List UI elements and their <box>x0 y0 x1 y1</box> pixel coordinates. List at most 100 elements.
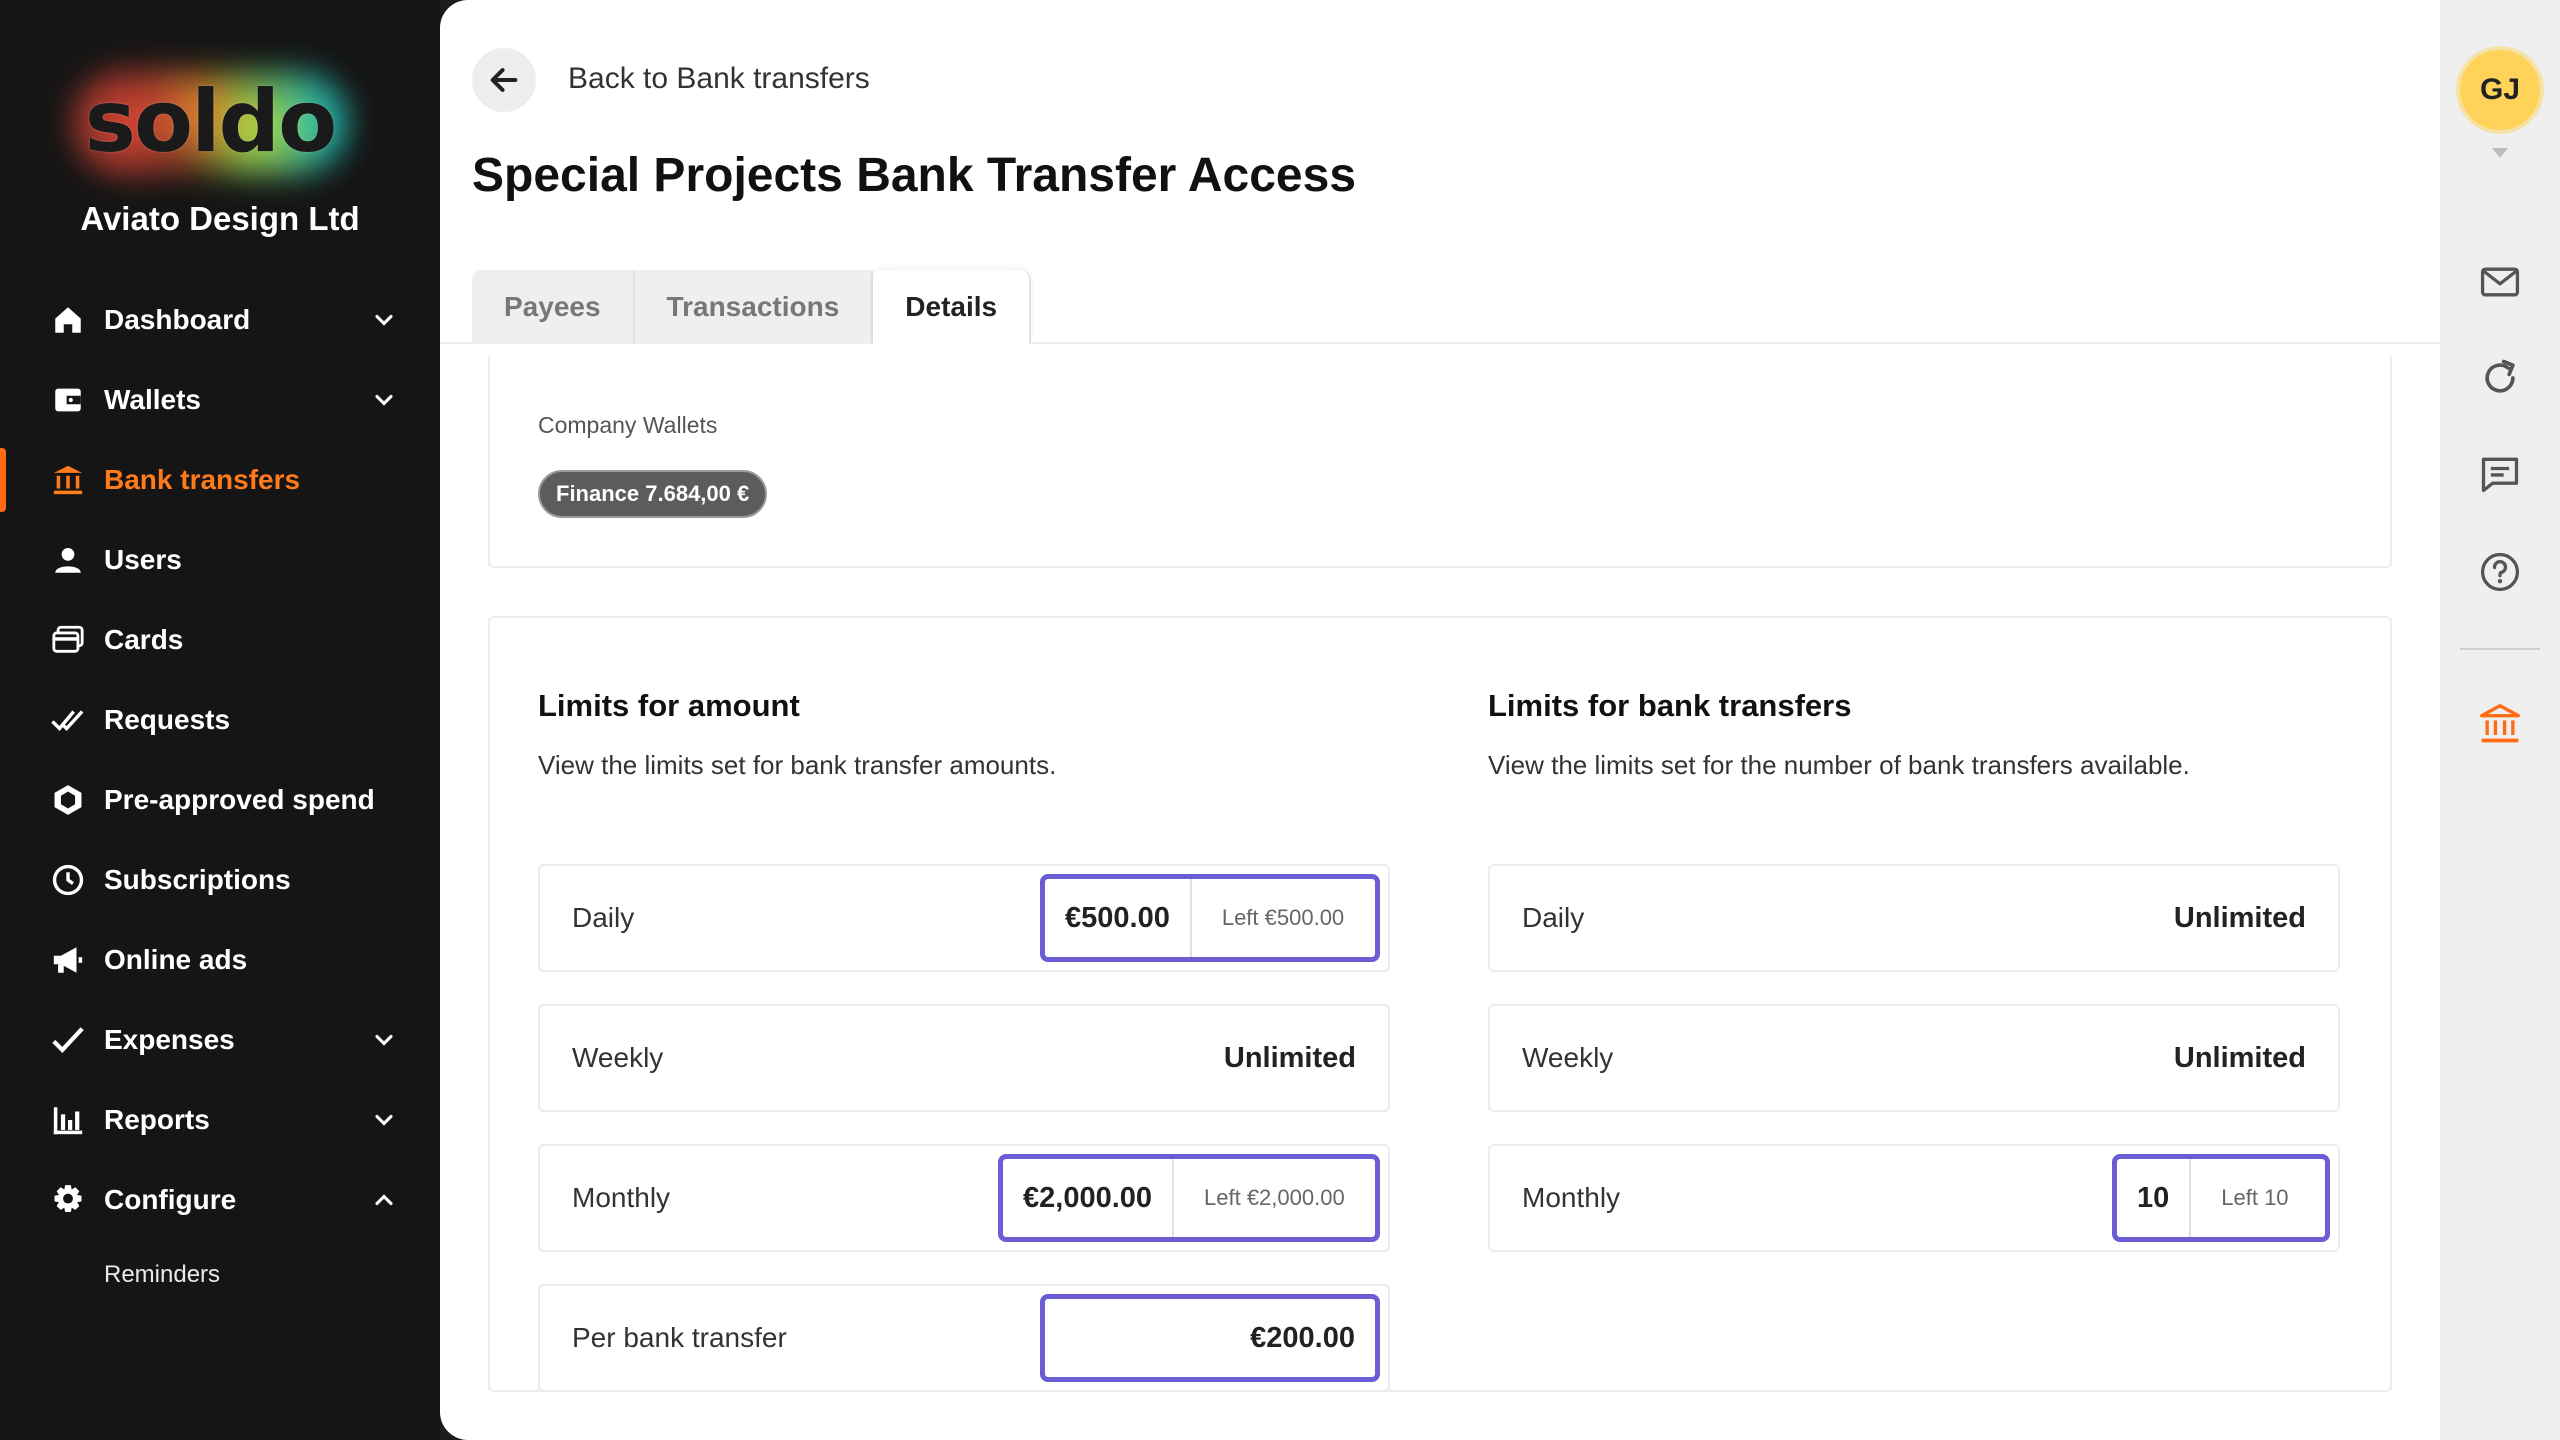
tab-transactions[interactable]: Transactions <box>634 270 874 344</box>
limit-value: Unlimited <box>1223 1041 1356 1074</box>
nav-label: Bank transfers <box>104 464 301 495</box>
wallet-icon <box>50 382 86 418</box>
nav-label: Reports <box>104 1104 210 1135</box>
back-link[interactable]: Back to Bank transfers <box>568 62 870 96</box>
chat-icon[interactable] <box>2476 450 2524 498</box>
back-button[interactable] <box>472 48 536 112</box>
wallet-chip[interactable]: Finance 7.684,00 € <box>538 470 768 518</box>
cards-icon <box>50 622 86 658</box>
nav-label: Expenses <box>104 1024 235 1055</box>
limit-row-daily: Daily Unlimited <box>1488 864 2340 972</box>
transfer-limits-title: Limits for bank transfers <box>1488 688 1852 723</box>
limit-value: €500.00 <box>1065 901 1170 934</box>
amount-limits-list: Daily €500.00 Left €500.00 Weekly Unlimi… <box>538 864 1390 1424</box>
main-content: Back to Bank transfers Special Projects … <box>440 0 2440 1440</box>
nav-label: Subscriptions <box>104 864 291 895</box>
help-icon[interactable] <box>2476 548 2524 596</box>
company-name: Aviato Design Ltd <box>80 200 360 237</box>
chevron-down-icon <box>375 1114 393 1126</box>
nav-item-dashboard[interactable]: Dashboard <box>0 280 440 360</box>
limit-remaining: Left €500.00 <box>1221 905 1345 930</box>
nav-subitem-reminders[interactable]: Reminders <box>0 1240 440 1310</box>
limit-row-weekly: Weekly Unlimited <box>538 1004 1390 1112</box>
limit-label: Daily <box>1522 902 1585 933</box>
limit-value: Unlimited <box>2173 901 2306 934</box>
limit-value: €2,000.00 <box>1023 1181 1153 1214</box>
limit-row-daily: Daily €500.00 Left €500.00 <box>538 864 1390 972</box>
nav-label: Pre-approved spend <box>104 784 375 815</box>
nav-item-requests[interactable]: Requests <box>0 680 440 760</box>
limits-card: Limits for amount View the limits set fo… <box>488 616 2392 1392</box>
rail-divider <box>2460 648 2540 650</box>
limit-row-weekly: Weekly Unlimited <box>1488 1004 2340 1112</box>
transfer-limits-description: View the limits set for the number of ba… <box>1488 750 2190 780</box>
wallets-card: Company Wallets Finance 7.684,00 € <box>488 356 2392 568</box>
limit-label: Weekly <box>1522 1042 1614 1073</box>
mail-icon[interactable] <box>2476 258 2524 306</box>
amount-limits-description: View the limits set for bank transfer am… <box>538 750 1057 780</box>
hexagon-icon <box>50 782 86 818</box>
nav-item-bank-transfers[interactable]: Bank transfers <box>0 440 440 520</box>
amount-limits-title: Limits for amount <box>538 688 800 723</box>
tab-details[interactable]: Details <box>873 270 1032 344</box>
nav-item-expenses[interactable]: Expenses <box>0 1000 440 1080</box>
avatar[interactable]: GJ <box>2460 50 2540 130</box>
chevron-down-icon <box>375 314 393 326</box>
chevron-down-icon <box>375 1034 393 1046</box>
chevron-up-icon <box>375 1194 393 1206</box>
checkmark-icon <box>50 1022 86 1058</box>
nav-item-cards[interactable]: Cards <box>0 600 440 680</box>
bank-transfer-icon <box>50 462 86 498</box>
nav-item-online-ads[interactable]: Online ads <box>0 920 440 1000</box>
megaphone-icon <box>50 942 86 978</box>
nav-item-subscriptions[interactable]: Subscriptions <box>0 840 440 920</box>
limit-label: Monthly <box>1522 1182 1621 1213</box>
limit-value: 10 <box>2137 1181 2170 1214</box>
nav-item-configure[interactable]: Configure <box>0 1160 440 1240</box>
transfer-limits-list: Daily Unlimited Weekly Unlimited Monthly… <box>1488 864 2340 1284</box>
chevron-down-icon <box>375 394 393 406</box>
limit-label: Per bank transfer <box>572 1322 787 1353</box>
limit-label: Daily <box>572 902 635 933</box>
limit-remaining: Left 10 <box>2221 1185 2289 1210</box>
soldo-logo[interactable]: soldo <box>60 62 360 182</box>
limit-value: Unlimited <box>2173 1041 2306 1074</box>
main-nav: Dashboard Wallets Bank transfers Users C… <box>0 280 440 1310</box>
nav-item-pre-approved-spend[interactable]: Pre-approved spend <box>0 760 440 840</box>
nav-item-reports[interactable]: Reports <box>0 1080 440 1160</box>
nav-label: Requests <box>104 704 231 735</box>
limit-value-box[interactable]: 10 Left 10 <box>2112 1154 2330 1242</box>
amount-limits-section: Limits for amount View the limits set fo… <box>538 668 1390 1392</box>
bar-chart-icon <box>50 1102 86 1138</box>
nav-label: Dashboard <box>104 304 251 335</box>
limit-value-box[interactable]: €2,000.00 Left €2,000.00 <box>998 1154 1380 1242</box>
right-rail: GJ <box>2440 0 2560 1440</box>
tab-payees[interactable]: Payees <box>472 270 635 344</box>
nav-label: Users <box>104 544 182 575</box>
limit-label: Monthly <box>572 1182 671 1213</box>
limit-value-box[interactable]: €500.00 Left €500.00 <box>1040 874 1380 962</box>
limit-row-monthly: Monthly €2,000.00 Left €2,000.00 <box>538 1144 1390 1252</box>
logo-text: soldo <box>84 72 337 172</box>
nav-item-wallets[interactable]: Wallets <box>0 360 440 440</box>
user-icon <box>50 542 86 578</box>
nav-label: Wallets <box>104 384 201 415</box>
page-title: Special Projects Bank Transfer Access <box>472 149 1357 202</box>
sidebar: soldo Aviato Design Ltd Dashboard Wallet… <box>0 0 440 1440</box>
home-icon <box>50 302 86 338</box>
double-check-icon <box>50 702 86 738</box>
arrow-left-icon <box>490 68 518 92</box>
limit-row-per-transfer: Per bank transfer €200.00 <box>538 1284 1390 1392</box>
nav-label: Cards <box>104 624 184 655</box>
limit-value-box[interactable]: €200.00 <box>1040 1294 1380 1382</box>
wallets-label: Company Wallets <box>538 412 718 438</box>
transfer-limits-section: Limits for bank transfers View the limit… <box>1488 668 2340 1252</box>
nav-label: Online ads <box>104 944 248 975</box>
bank-icon[interactable] <box>2476 700 2524 748</box>
gear-icon <box>50 1182 86 1218</box>
nav-label: Configure <box>104 1184 237 1215</box>
nav-item-users[interactable]: Users <box>0 520 440 600</box>
refresh-icon[interactable] <box>2476 354 2524 402</box>
limit-label: Weekly <box>572 1042 664 1073</box>
caret-down-icon[interactable] <box>2490 146 2510 160</box>
